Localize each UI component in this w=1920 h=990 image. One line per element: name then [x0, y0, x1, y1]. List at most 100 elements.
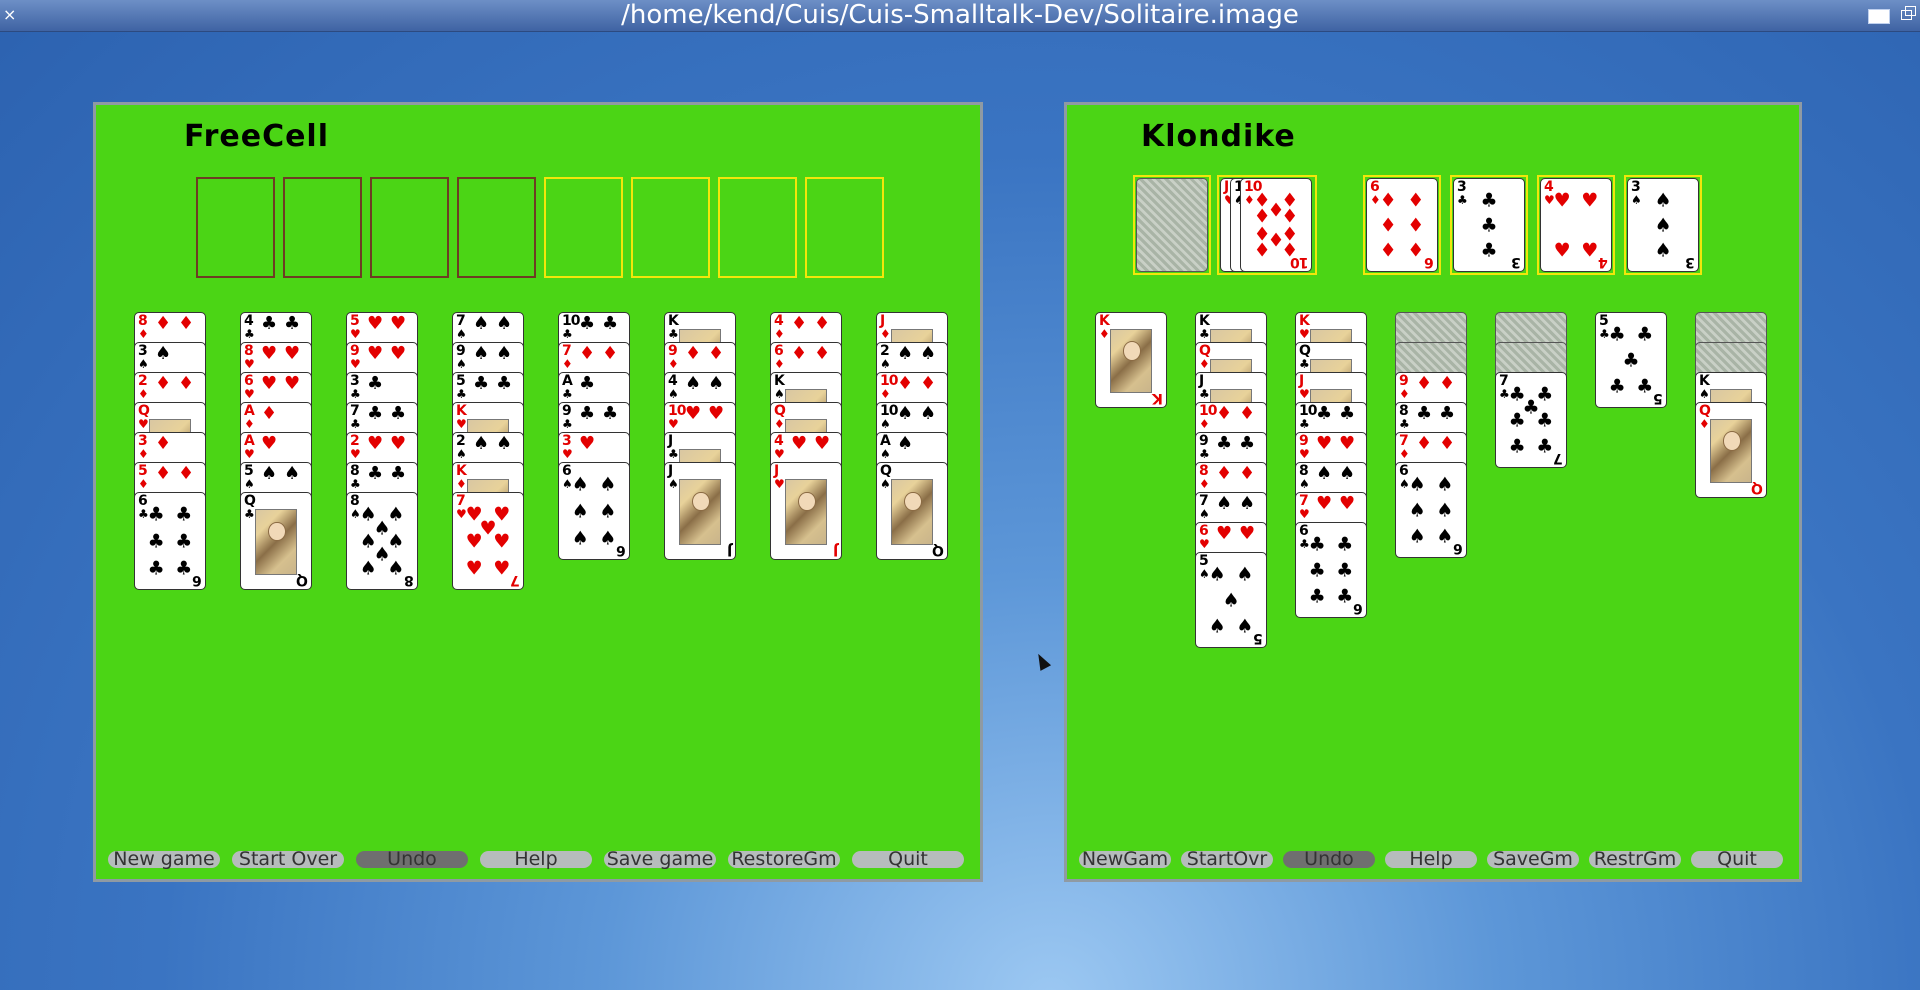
card-rank: 8 [244, 343, 254, 359]
startovr-button[interactable]: StartOvr [1181, 850, 1273, 869]
card-rank: 6 [774, 343, 784, 359]
card-6-spades[interactable]: 6 ♠ ♠ ♠ ♠ ♠ ♠ ♠ 6 [558, 462, 630, 560]
card-pip-icon: ♣ [1339, 403, 1356, 424]
new-game-button[interactable]: New game [108, 850, 220, 869]
card-5-spades[interactable]: 5 ♠ ♠ ♠ ♠ ♠ ♠ 5 [1195, 552, 1267, 648]
restoregm-button[interactable]: RestoreGm [728, 850, 840, 869]
card-suit-icon: ♥ [1299, 387, 1310, 401]
savegm-button[interactable]: SaveGm [1487, 850, 1579, 869]
restore-icon[interactable] [1901, 6, 1916, 21]
card-pip-icon: ♠ [473, 433, 490, 454]
card-suit-icon: ♠ [880, 417, 891, 431]
card-suit-icon: ♦ [1099, 327, 1110, 341]
card-rank-corner: 10 [1290, 254, 1308, 270]
save-game-button[interactable]: Save game [604, 850, 716, 869]
foundation-slot[interactable] [805, 177, 884, 278]
card-rank-corner: 6 [617, 542, 626, 558]
card-pip-icon: ♠ [496, 313, 513, 334]
card-rank: 5 [350, 313, 360, 329]
card-k-diamonds[interactable]: K ♦ K [1095, 312, 1167, 408]
card-pip-icon: ♦ [897, 373, 914, 394]
card-suit-icon: ♦ [880, 327, 891, 341]
quit-button[interactable]: Quit [1691, 850, 1783, 869]
card-suit-icon: ♦ [456, 477, 467, 491]
foundation-slot[interactable] [544, 177, 623, 278]
card-rank: 6 [1399, 463, 1409, 479]
card-pip-icon: ♣ [1608, 323, 1626, 346]
card-rank: K [456, 403, 467, 419]
card-pip-icon: ♠ [1208, 563, 1226, 586]
card-rank: 9 [1299, 433, 1309, 449]
card-suit-icon: ♣ [1199, 387, 1210, 401]
card-5-clubs[interactable]: 5 ♣ ♣ ♣ ♣ ♣ ♣ 5 [1595, 312, 1667, 408]
quit-button[interactable]: Quit [852, 850, 964, 869]
newgam-button[interactable]: NewGam [1079, 850, 1171, 869]
card-rank: 7 [456, 493, 466, 509]
card-pip-icon: ♠ [599, 473, 617, 496]
card-suit-icon: ♦ [138, 447, 149, 461]
card-j-spades[interactable]: J ♠ J [664, 462, 736, 560]
card-7-hearts[interactable]: 7 ♥ ♥ ♥ ♥ ♥ ♥ ♥ ♥ 7 [452, 492, 524, 590]
free-cell-slot[interactable] [457, 177, 536, 278]
card-pip-icon: ♥ [390, 433, 407, 454]
card-6-clubs[interactable]: 6 ♣ ♣ ♣ ♣ ♣ ♣ ♣ 6 [134, 492, 206, 590]
card-rank-corner: 3 [1512, 254, 1521, 270]
free-cell-slot[interactable] [283, 177, 362, 278]
card-pip-icon: ♠ [1339, 463, 1356, 484]
card-q-clubs[interactable]: Q ♣ Q [240, 492, 312, 590]
card-rank: 5 [456, 373, 466, 389]
foundation-slot[interactable] [718, 177, 797, 278]
card-rank: 8 [350, 463, 360, 479]
card-6-clubs[interactable]: 6 ♣ ♣ ♣ ♣ ♣ ♣ ♣ 6 [1295, 522, 1367, 618]
maximize-icon[interactable] [1868, 9, 1890, 24]
card-pip-icon: ♥ [465, 557, 483, 580]
card-pip-icon: ♣ [175, 503, 193, 526]
card-pip-icon: ♣ [1308, 559, 1326, 582]
card-4-hearts[interactable]: 4 ♥ ♥ ♥ ♥ ♥ 4 [1540, 178, 1612, 272]
card-pip-icon: ♣ [1416, 403, 1433, 424]
card-pip-icon: ♥ [1216, 523, 1233, 544]
card-7-clubs[interactable]: 7 ♣ ♣ ♣ ♣ ♣ ♣ ♣ ♣ 7 [1495, 372, 1567, 468]
card-6-diamonds[interactable]: 6 ♦ ♦ ♦ ♦ ♦ ♦ ♦ 6 [1366, 178, 1438, 272]
card-3-clubs[interactable]: 3 ♣ ♣ ♣ ♣ 3 [1453, 178, 1525, 272]
undo-button[interactable]: Undo [1283, 850, 1375, 869]
card-suit-icon: ♥ [668, 417, 679, 431]
card-6-spades[interactable]: 6 ♠ ♠ ♠ ♠ ♠ ♠ ♠ 6 [1395, 462, 1467, 558]
restrgm-button[interactable]: RestrGm [1589, 850, 1681, 869]
undo-button[interactable]: Undo [356, 850, 468, 869]
help-button[interactable]: Help [480, 850, 592, 869]
card-pip-icon: ♠ [599, 527, 617, 550]
card-10-diamonds[interactable]: 10 ♦ ♦ ♦ ♦ ♦ ♦ ♦ ♦ ♦ ♦ ♦ 10 [1240, 178, 1312, 272]
card-rank: J [880, 313, 885, 329]
card-rank: 9 [668, 343, 678, 359]
card-pip-icon: ♣ [1216, 433, 1233, 454]
card-rank: Q [880, 463, 892, 479]
foundation-slot[interactable] [631, 177, 710, 278]
card-pip-icon: ♣ [284, 313, 301, 334]
card-pip-icon: ♦ [602, 343, 619, 364]
free-cell-slot[interactable] [196, 177, 275, 278]
card-pip-icon: ♠ [571, 473, 589, 496]
stock-pile[interactable] [1136, 178, 1208, 272]
card-rank-corner: 7 [1554, 450, 1563, 466]
card-q-spades[interactable]: Q ♠ Q [876, 462, 948, 560]
card-pip-icon: ♣ [390, 463, 407, 484]
card-pip-icon: ♣ [1480, 189, 1498, 212]
card-j-hearts[interactable]: J ♥ J [770, 462, 842, 560]
start-over-button[interactable]: Start Over [232, 850, 344, 869]
card-8-spades[interactable]: 8 ♠ ♠ ♠ ♠ ♠ ♠ ♠ ♠ ♠ 8 [346, 492, 418, 590]
help-button[interactable]: Help [1385, 850, 1477, 869]
window-title-bar[interactable]: × /home/kend/Cuis/Cuis-Smalltalk-Dev/Sol… [0, 0, 1920, 32]
card-pip-icon: ♦ [1407, 239, 1425, 262]
card-q-diamonds[interactable]: Q ♦ Q [1695, 402, 1767, 498]
card-pip-icon: ♣ [147, 503, 165, 526]
card-pip-icon: ♠ [496, 433, 513, 454]
card-3-spades[interactable]: 3 ♠ ♠ ♠ ♠ 3 [1627, 178, 1699, 272]
card-suit-icon: ♣ [668, 447, 679, 461]
card-suit-icon: ♣ [562, 417, 573, 431]
card-rank: K [456, 463, 467, 479]
card-rank: 9 [456, 343, 466, 359]
free-cell-slot[interactable] [370, 177, 449, 278]
card-pip-icon: ♦ [1379, 189, 1397, 212]
card-pip-icon: ♦ [155, 373, 172, 394]
